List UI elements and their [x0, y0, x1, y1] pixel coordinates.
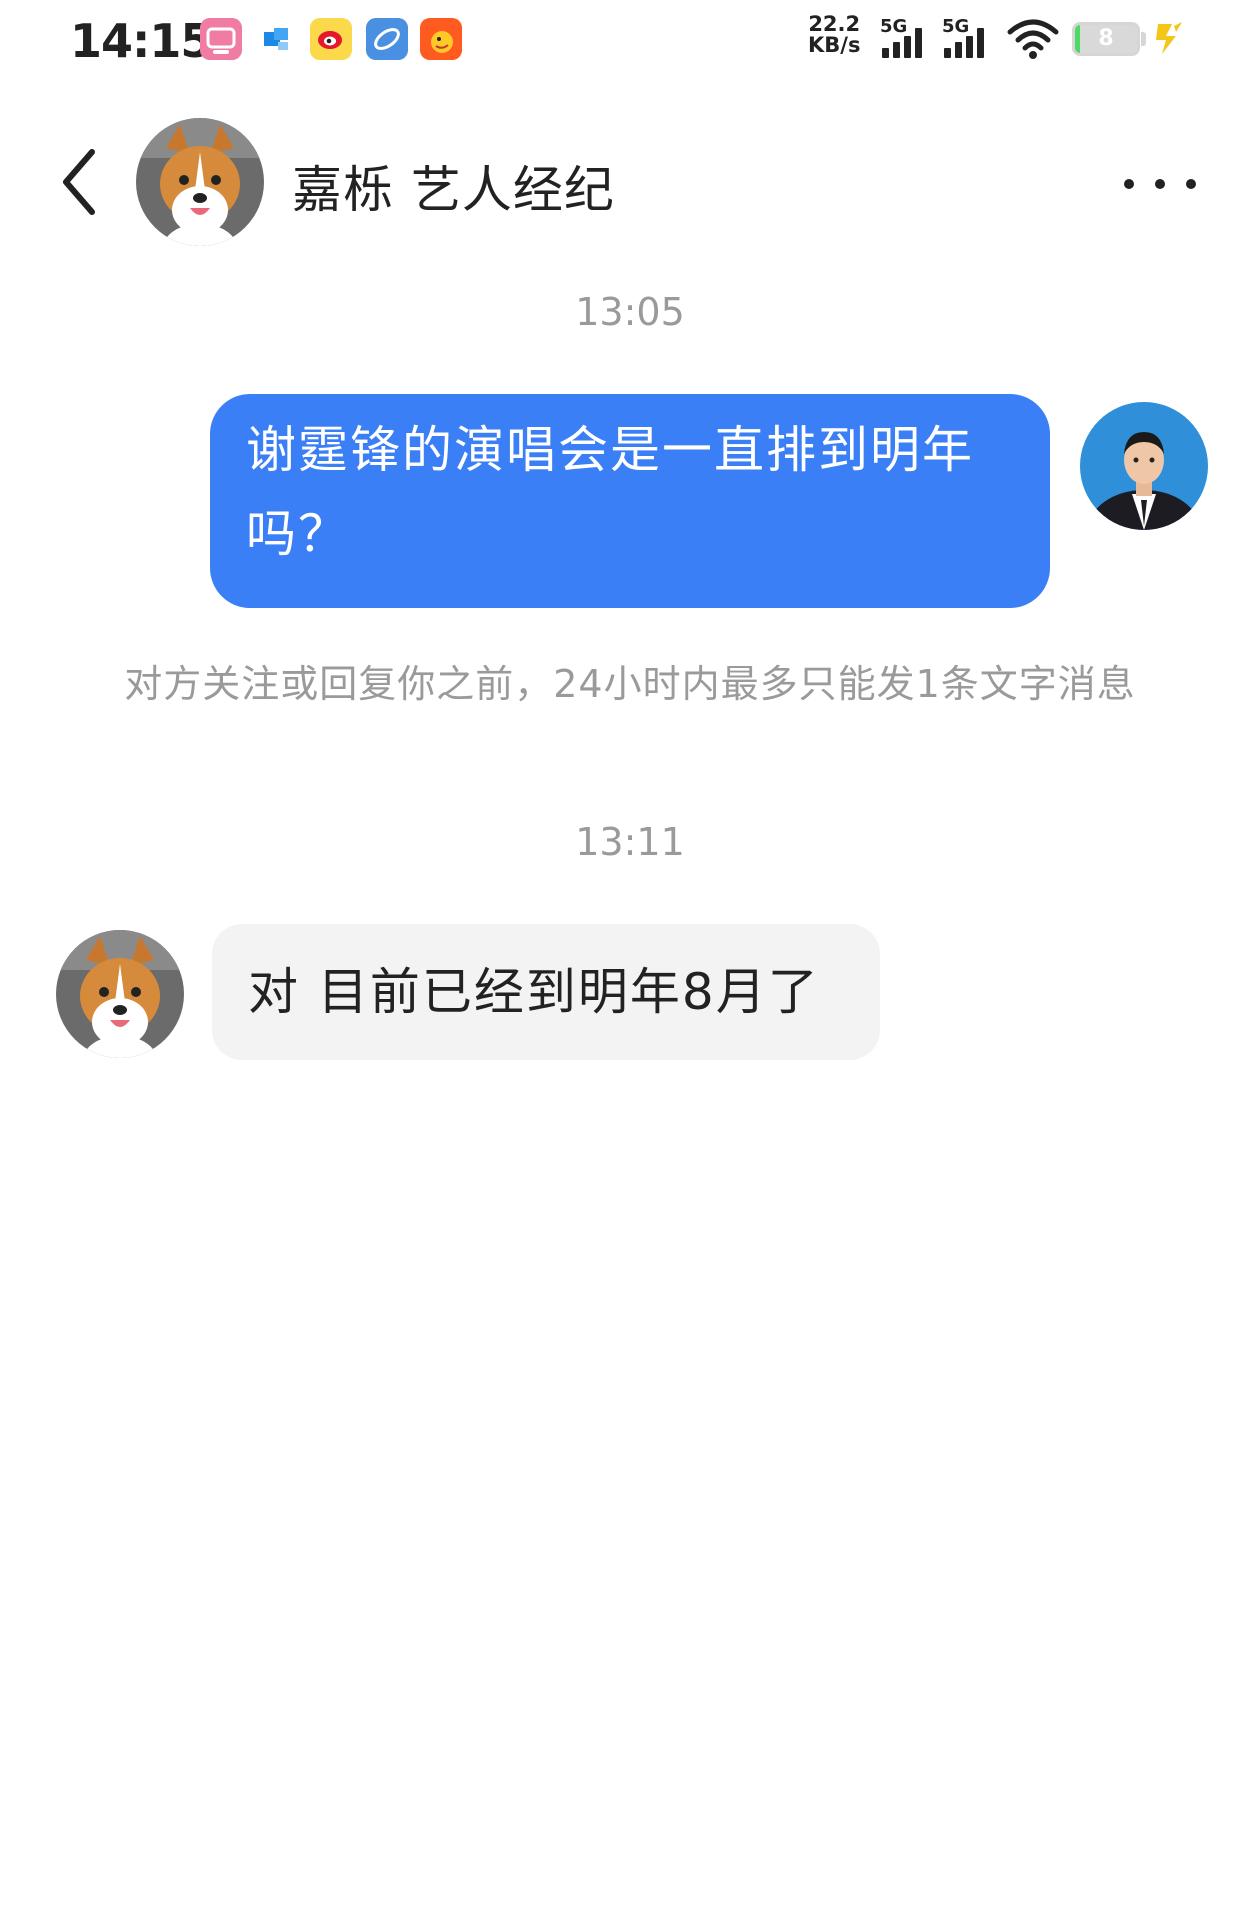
- back-button[interactable]: [56, 146, 102, 218]
- system-notice: 对方关注或回复你之前，24小时内最多只能发1条文字消息: [124, 662, 1136, 706]
- user-photo-avatar-image: [1080, 402, 1208, 530]
- contact-avatar[interactable]: [56, 930, 184, 1058]
- blue-app-icon: [256, 18, 298, 60]
- battery-icon: 8: [1072, 22, 1140, 56]
- more-dot-icon: [1155, 179, 1165, 189]
- weibo-app-icon: [310, 18, 352, 60]
- network-speed: 22.2 KB/s: [808, 14, 860, 56]
- taobao-app-icon: [420, 18, 462, 60]
- chat-header: 嘉栎 艺人经纪: [0, 100, 1260, 250]
- network-speed-unit: KB/s: [808, 33, 861, 57]
- signal-strength-icon: 5G: [880, 16, 932, 62]
- network-type-label: 5G: [880, 16, 908, 37]
- message-timestamp: 13:05: [575, 290, 685, 334]
- sent-message-bubble[interactable]: 谢霆锋的演唱会是一直排到明年吗？: [210, 394, 1050, 608]
- battery-cap: [1141, 32, 1146, 46]
- more-dot-icon: [1124, 179, 1134, 189]
- message-timestamp: 13:11: [575, 820, 685, 864]
- status-time: 14:15: [70, 14, 212, 68]
- network-type-label: 5G: [942, 16, 970, 37]
- status-bar: 14:15 22.2 KB/s 5G 5G 8: [0, 0, 1260, 80]
- chevron-left-icon: [63, 149, 95, 215]
- contact-name: 嘉栎 艺人经纪: [292, 161, 615, 219]
- received-message-bubble[interactable]: 对 目前已经到明年8月了: [212, 924, 880, 1060]
- signal-strength-icon: 5G: [942, 16, 994, 62]
- more-options-button[interactable]: [1124, 172, 1196, 196]
- charging-bolt-icon: [1152, 20, 1188, 58]
- more-dot-icon: [1186, 179, 1196, 189]
- my-avatar[interactable]: [1080, 402, 1208, 530]
- wifi-icon: [1006, 16, 1060, 62]
- browser-app-icon: [366, 18, 408, 60]
- bilibili-app-icon: [200, 18, 242, 60]
- corgi-avatar-image: [136, 118, 264, 246]
- contact-avatar[interactable]: [136, 118, 264, 246]
- battery-percentage: 8: [1098, 26, 1114, 51]
- corgi-avatar-image: [56, 930, 184, 1058]
- network-speed-value: 22.2: [808, 12, 861, 36]
